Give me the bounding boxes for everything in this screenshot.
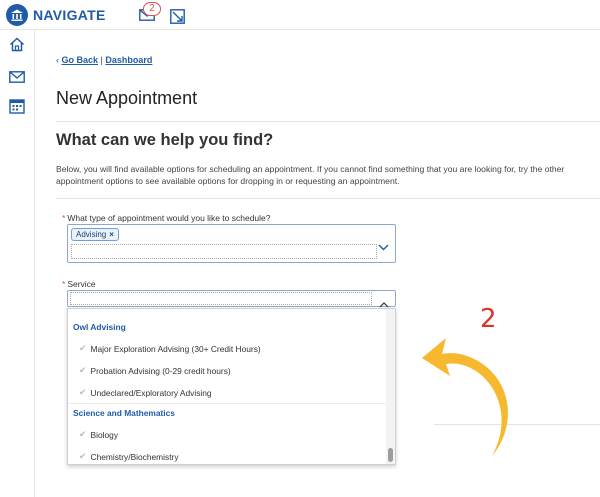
chip-label: Advising (76, 230, 107, 239)
service-dropdown-list[interactable]: Owl Advising ✔ Major Exploration Advising… (67, 308, 396, 465)
calendar-icon[interactable] (9, 98, 25, 119)
group-header-owl-advising: Owl Advising (73, 322, 126, 332)
appointment-type-label: * What type of appointment would you like… (62, 213, 271, 223)
option-undeclared-exploratory[interactable]: ✔ Undeclared/Exploratory Advising (79, 387, 212, 398)
breadcrumb: ‹ Go Back | Dashboard (56, 55, 152, 65)
annotation-curved-arrow-icon (412, 316, 527, 466)
left-navigation (0, 30, 35, 497)
dropdown-scrollbar[interactable] (386, 309, 395, 464)
option-label: Chemistry/Biochemistry (90, 451, 179, 462)
option-major-exploration[interactable]: ✔ Major Exploration Advising (30+ Credit … (79, 343, 261, 354)
service-label: * Service (62, 279, 96, 289)
option-biology[interactable]: ✔ Biology (79, 429, 118, 440)
group-header-science-mathematics: Science and Mathematics (73, 408, 175, 418)
chip-remove-icon[interactable]: × (109, 230, 114, 239)
selected-chip-advising: Advising × (71, 228, 119, 241)
divider (56, 198, 600, 199)
service-label-text: Service (67, 279, 96, 289)
check-icon: ✔ (79, 429, 87, 439)
dropdown-scroll-thumb[interactable] (388, 448, 393, 462)
section-title: What can we help you find? (56, 131, 274, 149)
university-columns-icon (6, 4, 28, 26)
divider (56, 121, 600, 122)
breadcrumb-separator: | (100, 55, 103, 65)
appointment-type-label-text: What type of appointment would you like … (67, 213, 271, 223)
check-icon: ✔ (79, 343, 87, 353)
check-icon: ✔ (79, 365, 87, 375)
appointment-type-multiselect[interactable]: Advising × (67, 224, 396, 263)
option-probation-advising[interactable]: ✔ Probation Advising (0-29 credit hours) (79, 365, 231, 376)
go-back-link[interactable]: Go Back (62, 55, 99, 65)
app-name: NAVIGATE (33, 7, 106, 23)
navigate-logo[interactable]: NAVIGATE (6, 4, 106, 26)
option-label: Major Exploration Advising (30+ Credit H… (90, 343, 261, 354)
chevron-down-icon[interactable] (378, 238, 389, 256)
envelope-icon[interactable] (9, 70, 25, 88)
option-chemistry-biochemistry[interactable]: ✔ Chemistry/Biochemistry (79, 451, 179, 462)
section-description: Below, you will find available options f… (56, 164, 565, 186)
option-label: Undeclared/Exploratory Advising (90, 387, 212, 398)
check-icon: ✔ (79, 451, 87, 461)
check-icon: ✔ (79, 387, 87, 397)
service-search-input[interactable] (70, 292, 372, 305)
group-divider (68, 403, 386, 404)
required-mark: * (62, 213, 66, 223)
page-title: New Appointment (56, 88, 198, 108)
quick-links-icon[interactable] (170, 9, 185, 29)
service-select[interactable] (67, 290, 396, 308)
dashboard-link[interactable]: Dashboard (105, 55, 152, 65)
top-bar: NAVIGATE 2 (0, 0, 600, 30)
chevron-left-icon: ‹ (56, 55, 59, 65)
option-label: Probation Advising (0-29 credit hours) (90, 365, 231, 376)
home-icon[interactable] (9, 37, 25, 57)
required-mark: * (62, 279, 66, 289)
option-label: Biology (90, 429, 119, 440)
appointment-type-search-input[interactable] (71, 244, 377, 259)
notification-badge: 2 (143, 2, 161, 16)
